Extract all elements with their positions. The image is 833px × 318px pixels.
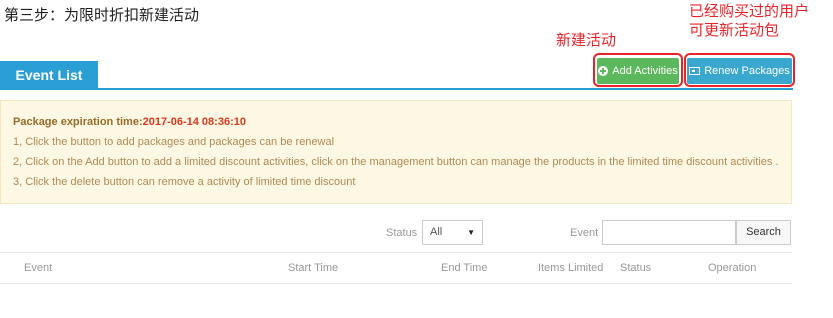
column-header-status: Status	[620, 262, 652, 274]
table-header-bottom-border	[0, 283, 792, 284]
highlight-renew-packages	[684, 53, 795, 87]
annotation-renew: 已经购买过的用户 可更新活动包	[689, 2, 809, 40]
annotation-renew-line1: 已经购买过的用户	[689, 2, 810, 20]
event-search-input[interactable]	[602, 220, 736, 245]
status-select[interactable]: All ▼	[422, 220, 483, 245]
table-header-top-border	[0, 252, 792, 253]
column-header-end-time: End Time	[441, 262, 488, 274]
column-header-items-limited: Items Limited	[538, 262, 604, 274]
event-filter-label: Event	[570, 227, 599, 239]
caret-down-icon: ▼	[467, 228, 475, 237]
expiration-label: Package expiration time:	[13, 116, 143, 128]
status-select-value: All	[430, 226, 443, 238]
notice-panel: Package expiration time:2017-06-14 08:36…	[0, 100, 792, 204]
status-filter-label: Status	[386, 227, 418, 239]
tab-bar-underline	[0, 88, 793, 90]
annotation-renew-line2: 可更新活动包	[689, 21, 780, 39]
notice-line: 2, Click on the Add button to add a limi…	[13, 156, 779, 168]
search-button[interactable]: Search	[736, 220, 791, 245]
expiration-value: 2017-06-14 08:36:10	[142, 116, 246, 128]
column-header-start-time: Start Time	[288, 262, 339, 274]
notice-expiration: Package expiration time:2017-06-14 08:36…	[13, 116, 246, 128]
tab-event-list[interactable]: Event List	[0, 61, 98, 90]
notice-line: 1, Click the button to add packages and …	[13, 136, 335, 148]
highlight-add-activities	[593, 53, 683, 87]
notice-line: 3, Click the delete button can remove a …	[13, 176, 356, 188]
column-header-event: Event	[24, 262, 53, 274]
step-title: 第三步：为限时折扣新建活动	[4, 6, 200, 24]
column-header-operation: Operation	[708, 262, 757, 274]
annotation-new-activity: 新建活动	[556, 31, 617, 49]
